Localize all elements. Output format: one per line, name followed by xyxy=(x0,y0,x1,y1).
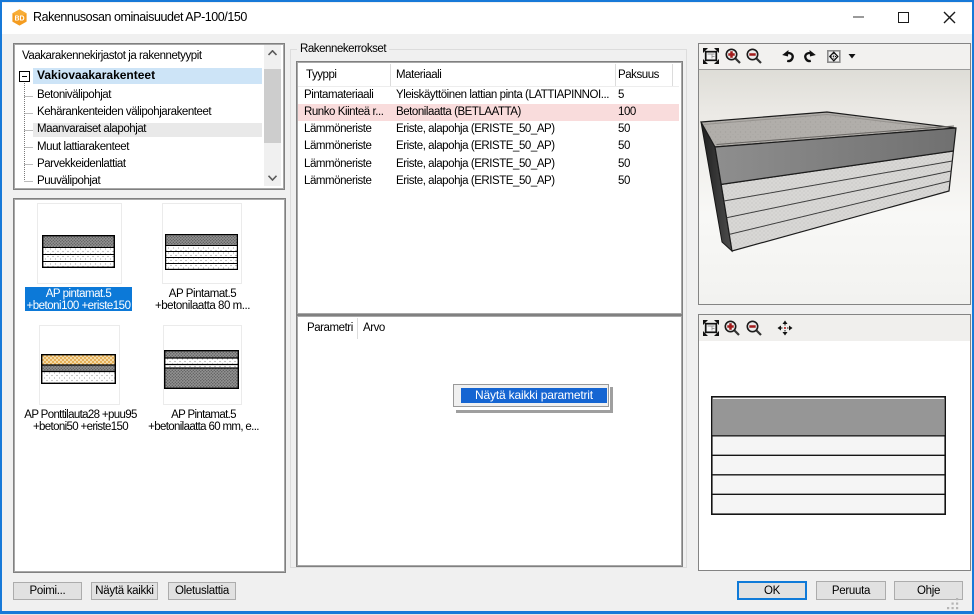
svg-text:BD: BD xyxy=(14,16,24,23)
